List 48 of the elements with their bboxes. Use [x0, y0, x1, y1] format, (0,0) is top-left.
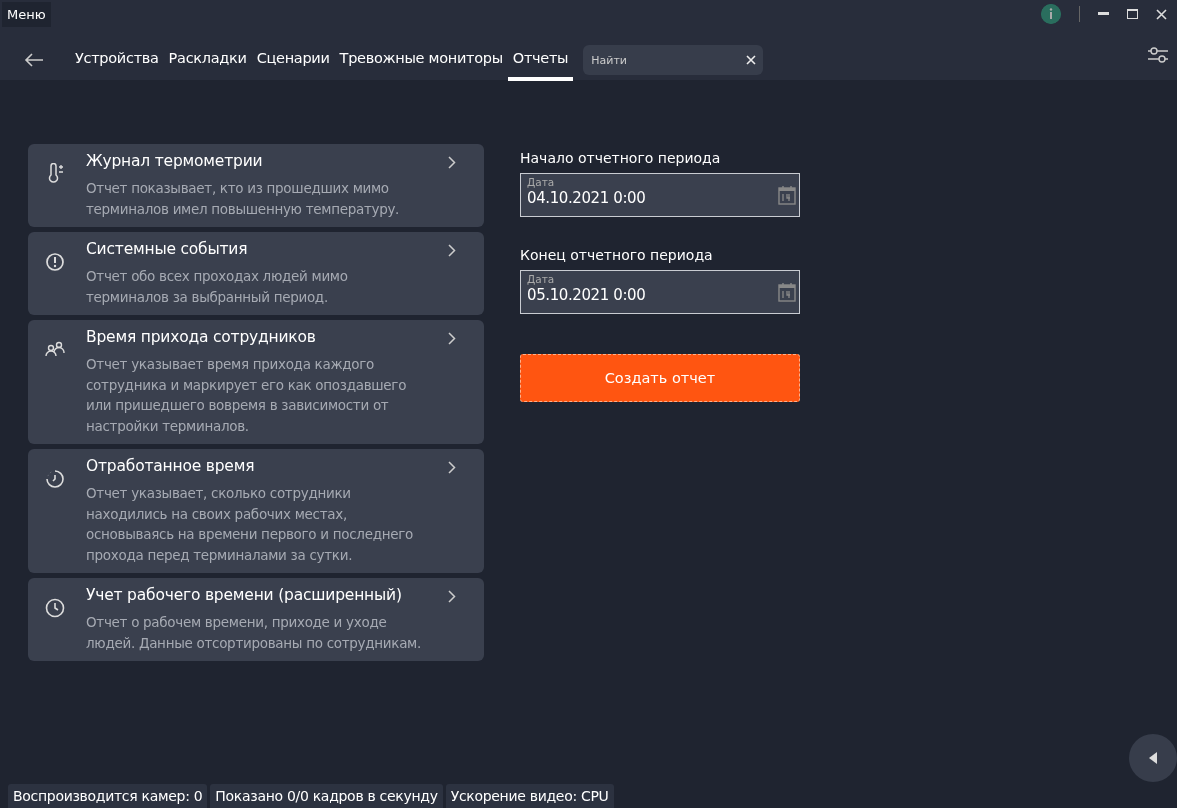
- close-icon[interactable]: [1156, 8, 1167, 20]
- calendar-icon[interactable]: [778, 282, 796, 302]
- clock-icon: [44, 597, 66, 619]
- chevron-right-icon: [448, 461, 456, 474]
- report-description: Отчет обо всех проходах людей мимо терминалов за выбранный период.: [86, 267, 349, 307]
- triangle-left-icon: [1149, 752, 1157, 764]
- report-card[interactable]: Системные события Отчет обо всех проходах людей мимо терминалов за выбранный период.: [28, 232, 484, 315]
- nav-tab[interactable]: Раскладки: [163, 46, 252, 81]
- exclamation-circle-icon: [44, 251, 66, 273]
- back-arrow-icon[interactable]: [24, 53, 44, 67]
- status-item: Ускорение видео: CPU: [445, 784, 614, 808]
- status-item: Показано 0/0 кадров в секунду: [210, 784, 443, 808]
- report-title: Время прихода сотрудников: [86, 328, 316, 346]
- nav-tab[interactable]: Устройства: [70, 46, 164, 81]
- status-item: Воспроизводится камер: 0: [8, 784, 208, 808]
- info-icon[interactable]: [1041, 4, 1061, 24]
- period-heading: Начало отчетного периода: [520, 150, 722, 166]
- chevron-right-icon: [448, 332, 456, 345]
- report-description: Отчет указывает, сколько сотрудники находились на своих рабочих местах, основываясь на времени первого и последнего прохода перед терминалами за сутки.: [86, 484, 414, 565]
- nav-tab[interactable]: Отчеты: [507, 46, 574, 81]
- minimize-icon[interactable]: [1098, 12, 1109, 16]
- chevron-right-icon: [448, 156, 456, 169]
- period-heading: Конец отчетного периода: [520, 247, 714, 263]
- date-field[interactable]: Дата 05.10.2021 0:00: [520, 270, 800, 314]
- report-card[interactable]: Журнал термометрии Отчет показывает, кто из прошедших мимо терминалов имел повышенную температуру.: [28, 144, 484, 227]
- calendar-icon[interactable]: [778, 185, 796, 205]
- clear-icon[interactable]: [746, 55, 757, 65]
- report-description: Отчет показывает, кто из прошедших мимо терминалов имел повышенную температуру.: [86, 179, 401, 219]
- report-title: Учет рабочего времени (расширенный): [86, 586, 402, 604]
- report-card[interactable]: Время прихода сотрудников Отчет указывает время прихода каждого сотрудника и маркирует его как опоздавшего или пришедшего вовремя в зависимости от настройки терминалов.: [28, 320, 484, 444]
- dotted-clock-icon: [44, 468, 66, 490]
- report-title: Журнал термометрии: [86, 152, 263, 170]
- report-card[interactable]: Отработанное время Отчет указывает, сколько сотрудники находились на своих рабочих местах, основываясь на времени первого и последнего прохода перед терминалами за сутки.: [28, 449, 484, 573]
- search-field[interactable]: Найти: [583, 45, 764, 75]
- date-field[interactable]: Дата 04.10.2021 0:00: [520, 173, 800, 217]
- report-title: Отработанное время: [86, 457, 255, 475]
- chevron-right-icon: [448, 590, 456, 603]
- report-title: Системные события: [86, 240, 248, 258]
- settings-sliders-icon[interactable]: [1147, 45, 1169, 65]
- report-description: Отчет указывает время прихода каждого сотрудника и маркирует его как опоздавшего или пришедшего вовремя в зависимости от настройки терминалов.: [86, 355, 408, 436]
- nav-tab[interactable]: Тревожные мониторы: [334, 46, 508, 81]
- nav-tab[interactable]: Сценарии: [251, 46, 335, 81]
- chevron-right-icon: [448, 244, 456, 257]
- maximize-icon[interactable]: [1127, 9, 1138, 19]
- report-card[interactable]: Учет рабочего времени (расширенный) Отчет о рабочем времени, приходе и уходе людей. Данные отсортированы по сотрудникам.: [28, 578, 484, 661]
- menu-label[interactable]: Меню: [2, 2, 51, 27]
- report-description: Отчет о рабочем времени, приходе и уходе людей. Данные отсортированы по сотрудникам.: [86, 613, 422, 653]
- collapse-panel-button[interactable]: [1129, 734, 1177, 782]
